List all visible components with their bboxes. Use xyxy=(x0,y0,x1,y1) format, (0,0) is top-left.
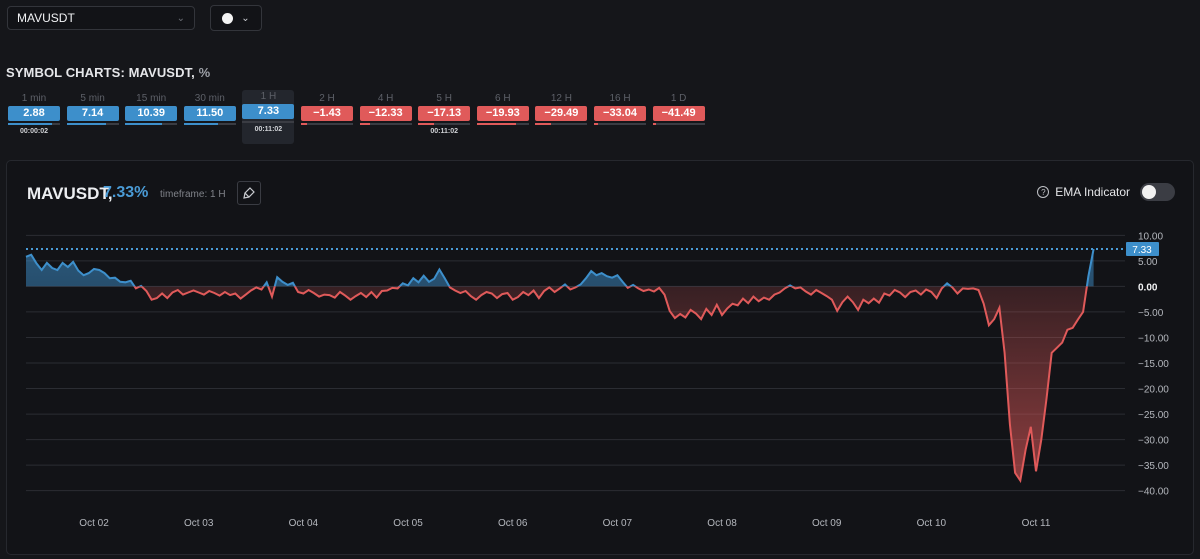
x-tick-label: Oct 04 xyxy=(289,518,319,529)
x-tick-label: Oct 06 xyxy=(498,518,528,529)
y-tick-label: 5.00 xyxy=(1138,257,1158,268)
x-tick-label: Oct 07 xyxy=(603,518,633,529)
y-tick-label: −15.00 xyxy=(1138,359,1169,370)
y-tick-label: −25.00 xyxy=(1138,410,1169,421)
x-tick-label: Oct 02 xyxy=(79,518,109,529)
positive-series-line xyxy=(25,248,1095,287)
y-tick-label: −30.00 xyxy=(1138,436,1169,447)
y-tick-label: −5.00 xyxy=(1138,308,1164,319)
x-tick-label: Oct 10 xyxy=(917,518,947,529)
y-tick-label: 0.00 xyxy=(1138,282,1158,293)
y-tick-label: −10.00 xyxy=(1138,333,1169,344)
negative-area xyxy=(26,286,1094,481)
x-tick-label: Oct 03 xyxy=(184,518,214,529)
x-tick-label: Oct 11 xyxy=(1022,518,1051,529)
y-tick-label: −35.00 xyxy=(1138,461,1169,472)
x-tick-label: Oct 05 xyxy=(393,518,423,529)
negative-series-line xyxy=(133,286,1088,484)
x-tick-label: Oct 08 xyxy=(707,518,737,529)
last-value-label: 7.33 xyxy=(1132,245,1152,256)
y-tick-label: 10.00 xyxy=(1138,231,1163,242)
y-tick-label: −40.00 xyxy=(1138,487,1169,498)
y-tick-label: −20.00 xyxy=(1138,385,1169,396)
price-change-chart: 10.00 5.00 0.00 −5.00 −10.00 −15.00 −20.00 −25.… xyxy=(25,231,1169,529)
x-tick-label: Oct 09 xyxy=(812,518,842,529)
positive-area xyxy=(26,249,1094,287)
